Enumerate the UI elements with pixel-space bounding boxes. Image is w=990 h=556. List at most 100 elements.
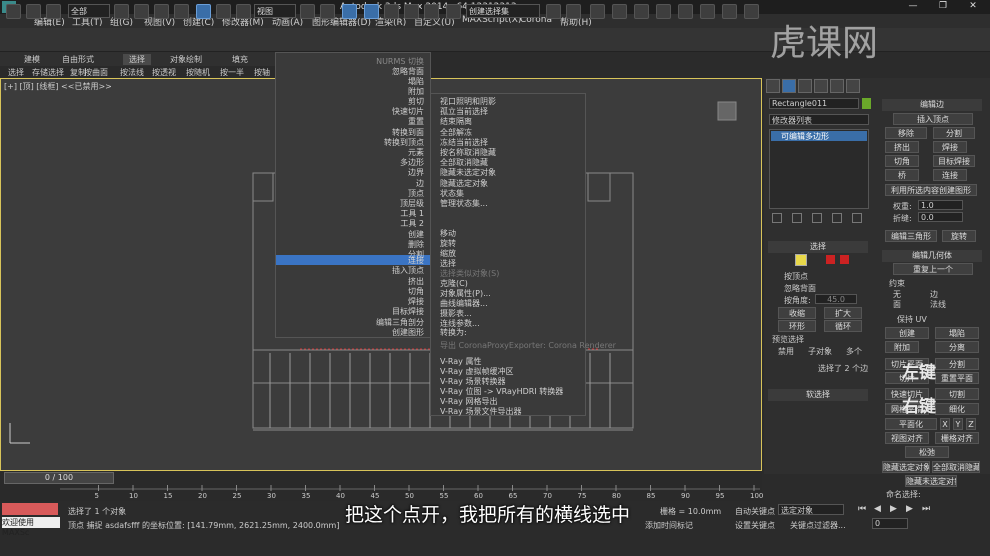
quad-left-item[interactable]: 重置 <box>408 116 424 127</box>
pivot-center-icon[interactable] <box>300 4 315 19</box>
bind-space-warp-icon[interactable] <box>46 4 61 19</box>
ribbon-toggle-icon[interactable] <box>612 4 627 19</box>
edge-mode-icon[interactable] <box>795 254 807 266</box>
extrude-button[interactable]: 挤出 <box>885 141 919 153</box>
quad-right-item[interactable]: 管理状态集... <box>440 198 488 209</box>
quad-left-item[interactable]: 目标焊接 <box>392 306 424 317</box>
select-by-name-icon[interactable] <box>134 4 149 19</box>
remove-modifier-icon[interactable] <box>832 213 842 223</box>
add-time-tag-button[interactable]: 添加时间标记 <box>645 520 693 531</box>
angle-snap-icon[interactable] <box>384 4 399 19</box>
move-icon[interactable] <box>196 4 211 19</box>
show-end-result-icon[interactable] <box>792 213 802 223</box>
material-editor-icon[interactable] <box>678 4 693 19</box>
quad-right-item[interactable]: V-Ray 场景文件导出器 <box>440 406 521 417</box>
attach-button[interactable]: 附加 <box>885 341 919 353</box>
target-weld-button[interactable]: 目标焊接 <box>933 155 975 167</box>
weight-field[interactable]: 1.0 <box>918 200 963 210</box>
bridge-button[interactable]: 桥 <box>885 169 919 181</box>
quad-left-item[interactable]: 边界 <box>408 167 424 178</box>
tessellate-button[interactable]: 细化 <box>935 403 979 415</box>
selection-filter-dropdown[interactable]: 全部 <box>68 4 110 18</box>
remove-button[interactable]: 移除 <box>885 127 927 139</box>
constraint-face-radio[interactable]: 面 <box>893 299 901 310</box>
ribbon-tool[interactable]: 按曲面 <box>84 67 108 78</box>
hide-unselected-button[interactable]: 隐藏未选定对象 <box>905 475 957 487</box>
angle-value-field[interactable]: 45.0 <box>815 294 857 304</box>
scale-icon[interactable] <box>236 4 251 19</box>
planarize-x-button[interactable]: X <box>940 418 950 430</box>
connect-button[interactable]: 连接 <box>933 169 967 181</box>
quad-left-item[interactable]: 创建图形 <box>392 327 424 338</box>
render-setup-icon[interactable] <box>700 4 715 19</box>
play-icon[interactable]: ▶ <box>890 504 897 514</box>
render-icon[interactable] <box>744 4 759 19</box>
viewcube-icon[interactable] <box>720 96 740 116</box>
window-crossing-icon[interactable] <box>174 4 189 19</box>
pin-stack-icon[interactable] <box>772 213 782 223</box>
split-geom-button[interactable]: 分割 <box>935 358 979 370</box>
create-button[interactable]: 创建 <box>885 327 929 339</box>
ribbon-tool[interactable]: 按透视 <box>152 67 176 78</box>
weld-button[interactable]: 焊接 <box>933 141 967 153</box>
grow-button[interactable]: 扩大 <box>824 307 862 319</box>
polygon-mode-icon[interactable] <box>826 255 835 264</box>
maximize-icon[interactable]: ❐ <box>928 1 958 13</box>
ribbon-tool[interactable]: 按随机 <box>186 67 210 78</box>
align-icon[interactable] <box>566 4 581 19</box>
object-color-swatch[interactable] <box>862 98 871 109</box>
quad-right-item[interactable]: 结束隔离 <box>440 116 472 127</box>
soft-selection-rollout[interactable]: 软选择 <box>768 389 868 401</box>
ribbon-tab[interactable]: 建模 <box>24 54 40 65</box>
rect-selection-icon[interactable] <box>154 4 169 19</box>
current-frame-field[interactable]: 0 <box>872 518 908 529</box>
schematic-view-icon[interactable] <box>656 4 671 19</box>
set-key-label[interactable]: 设置关键点 <box>735 520 775 531</box>
chamfer-button[interactable]: 切角 <box>885 155 919 167</box>
mirror-icon[interactable] <box>546 4 561 19</box>
go-to-start-icon[interactable]: ⏮ <box>858 504 866 514</box>
preserve-uv-checkbox[interactable]: 保持 UV <box>897 314 927 325</box>
next-frame-icon[interactable]: ▶ <box>906 504 913 514</box>
ribbon-tab[interactable]: 填充 <box>232 54 248 65</box>
split-button[interactable]: 分割 <box>933 127 975 139</box>
ribbon-tab[interactable]: 自由形式 <box>62 54 94 65</box>
ribbon-tool[interactable]: 按轴 <box>254 67 270 78</box>
planarize-button[interactable]: 平面化 <box>885 418 937 430</box>
manipulate-icon[interactable] <box>320 4 335 19</box>
go-to-end-icon[interactable]: ⏭ <box>922 504 930 514</box>
quad-left-item[interactable]: 工具 2 <box>400 218 424 229</box>
quad-left-item[interactable]: 插入顶点 <box>392 265 424 276</box>
element-mode-icon[interactable] <box>840 255 849 264</box>
select-object-icon[interactable] <box>114 4 129 19</box>
layer-manager-icon[interactable] <box>590 4 605 19</box>
time-slider[interactable]: 0 / 100 <box>4 472 114 484</box>
quad-right-item[interactable]: 转换为: <box>440 327 467 338</box>
grid-align-button[interactable]: 栅格对齐 <box>935 432 979 444</box>
ribbon-tool[interactable]: 存储选择 <box>32 67 64 78</box>
planarize-y-button[interactable]: Y <box>953 418 963 430</box>
ribbon-tab[interactable]: 选择 <box>123 54 151 65</box>
maxscript-mini-listener[interactable]: 欢迎使用 MAXSc <box>2 517 60 537</box>
ribbon-tab[interactable]: 对象绘制 <box>170 54 202 65</box>
prev-frame-icon[interactable]: ◀ <box>874 504 881 514</box>
keyboard-shortcut-icon[interactable] <box>342 4 357 19</box>
display-tab-icon[interactable] <box>830 79 844 93</box>
object-name-field[interactable]: Rectangle011 <box>769 98 859 109</box>
cut-button[interactable]: 切割 <box>935 388 979 400</box>
view-align-button[interactable]: 视图对齐 <box>885 432 929 444</box>
border-mode-icon[interactable] <box>812 255 822 265</box>
ignore-backfacing-label[interactable]: 忽略背面 <box>784 283 816 294</box>
relax-button[interactable]: 松弛 <box>905 446 949 458</box>
hide-selected-button[interactable]: 隐藏选定对象 <box>882 461 930 473</box>
maxscript-listener[interactable] <box>2 503 58 515</box>
turn-button[interactable]: 旋转 <box>942 230 976 242</box>
preview-subobj-radio[interactable]: 子对象 <box>808 346 832 357</box>
preview-disabled-radio[interactable]: 禁用 <box>778 346 794 357</box>
rotate-icon[interactable] <box>216 4 231 19</box>
curve-editor-icon[interactable] <box>634 4 649 19</box>
ribbon-tool[interactable]: 按法线 <box>120 67 144 78</box>
snap-toggle-icon[interactable] <box>364 4 379 19</box>
named-selection-dropdown[interactable]: 创建选择集 <box>466 4 540 18</box>
configure-sets-icon[interactable] <box>852 213 862 223</box>
